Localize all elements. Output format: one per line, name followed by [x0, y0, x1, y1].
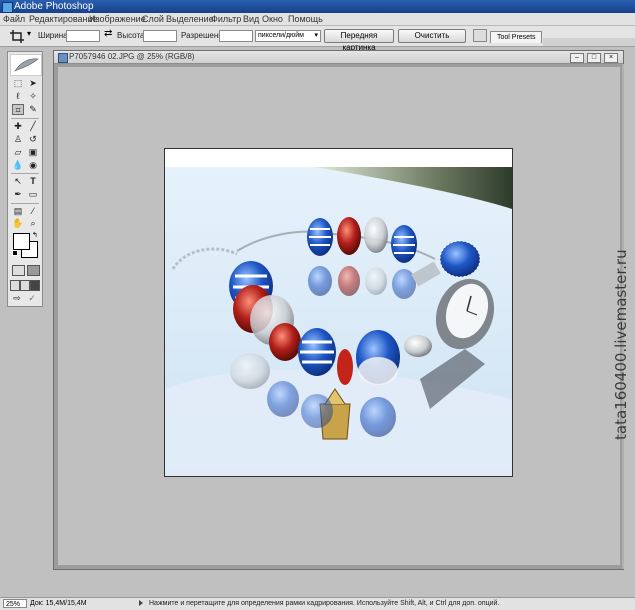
crop-tool-icon[interactable] [9, 29, 25, 43]
menu-layer[interactable]: Слой [142, 13, 164, 25]
toolbox: ⬚ ➤ ℓ ✧ ⌗ ✎ ✚ ╱ ♙ ↺ ▱ ▣ 💧 ◉ ↖ T ✒ ▭ ▤ ⁄ … [7, 51, 43, 307]
menu-window[interactable]: Окно [262, 13, 283, 25]
screen-mode-standard-icon[interactable] [10, 280, 20, 291]
menu-image[interactable]: Изображение [89, 13, 146, 25]
slice-icon[interactable]: ✎ [27, 104, 39, 115]
foreground-color-swatch[interactable] [13, 233, 30, 250]
palette-well-icon[interactable] [473, 29, 487, 42]
blur-icon[interactable]: 💧 [12, 160, 24, 171]
chevron-down-icon: ▾ [314, 32, 318, 39]
minimize-button[interactable]: – [570, 53, 584, 63]
status-hint: Нажмите и перетащите для определения рам… [149, 600, 500, 607]
hand-icon[interactable]: ✋ [12, 218, 24, 229]
clone-stamp-icon[interactable]: ♙ [12, 134, 24, 145]
quick-mask-icon[interactable] [27, 265, 40, 276]
clear-button[interactable]: Очистить [398, 29, 466, 43]
imageready-check-icon[interactable]: ✓ [26, 293, 38, 304]
front-image-button[interactable]: Передняя картинка [324, 29, 394, 52]
magic-wand-icon[interactable]: ✧ [27, 91, 39, 102]
toolbox-divider [11, 203, 39, 204]
close-button[interactable]: × [604, 53, 618, 63]
document-title: P7057946 02.JPG @ 25% (RGB/8) [69, 52, 195, 61]
dodge-icon[interactable]: ◉ [27, 160, 39, 171]
pen-icon[interactable]: ✒ [12, 189, 24, 200]
toolbox-divider [11, 118, 39, 119]
shape-icon[interactable]: ▭ [27, 189, 39, 200]
path-selection-icon[interactable]: ↖ [12, 176, 24, 187]
gradient-icon[interactable]: ▣ [27, 147, 39, 158]
screen-mode-full-icon[interactable] [30, 280, 40, 291]
resolution-field[interactable] [219, 30, 253, 42]
rectangular-marquee-icon[interactable]: ⬚ [12, 78, 24, 89]
brush-icon[interactable]: ╱ [27, 121, 39, 132]
status-bar: 25% Док: 15,4M/15,4M Нажмите и перетащит… [0, 597, 635, 610]
move-icon[interactable]: ➤ [27, 78, 39, 89]
standard-mode-icon[interactable] [12, 265, 25, 276]
swap-dimensions-icon[interactable]: ⇄ [104, 28, 112, 39]
maximize-button[interactable]: □ [587, 53, 601, 63]
jump-to-imageready-icon[interactable]: ⇨ [11, 293, 23, 304]
notes-icon[interactable]: ▤ [12, 206, 24, 217]
watermark-text: tata160400.livemaster.ru [612, 249, 630, 440]
zoom-icon[interactable]: ⌕ [27, 218, 39, 229]
status-menu-arrow-icon[interactable] [139, 600, 143, 606]
swap-colors-icon[interactable]: ↰ [32, 231, 38, 239]
menu-select[interactable]: Выделение [166, 13, 214, 25]
photoshop-logo-icon [2, 2, 13, 13]
app-titlebar: Adobe Photoshop [0, 0, 635, 13]
crop-icon[interactable]: ⌗ [12, 104, 24, 115]
menu-file[interactable]: Файл [3, 13, 25, 25]
tab-tool-presets[interactable]: Tool Presets [490, 31, 542, 43]
bracelet-photo [165, 149, 512, 476]
menu-bar: Файл Редактирование Изображение Слой Выд… [0, 13, 635, 26]
toolbox-divider [11, 173, 39, 174]
menu-filter[interactable]: Фильтр [211, 13, 241, 25]
adobe-feather-logo[interactable] [10, 54, 42, 76]
lasso-icon[interactable]: ℓ [12, 91, 24, 102]
document-image[interactable] [164, 148, 513, 477]
document-titlebar[interactable]: P7057946 02.JPG @ 25% (RGB/8) – □ × [54, 51, 623, 64]
height-field[interactable] [143, 30, 177, 42]
zoom-field[interactable]: 25% [3, 599, 27, 608]
screen-mode-menu-icon[interactable] [20, 280, 30, 291]
tool-preset-dropdown-icon[interactable]: ▾ [27, 29, 31, 38]
palette-dock [543, 38, 635, 46]
eraser-icon[interactable]: ▱ [12, 147, 24, 158]
menu-edit[interactable]: Редактирование [29, 13, 98, 25]
eyedropper-icon[interactable]: ⁄ [27, 206, 39, 217]
document-icon [58, 53, 68, 63]
app-title: Adobe Photoshop [14, 1, 94, 12]
type-icon[interactable]: T [27, 176, 39, 187]
document-size-info: Док: 15,4M/15,4M [30, 600, 87, 607]
menu-help[interactable]: Помощь [288, 13, 323, 25]
width-field[interactable] [66, 30, 100, 42]
default-colors-icon[interactable] [12, 250, 18, 256]
menu-view[interactable]: Вид [243, 13, 259, 25]
history-brush-icon[interactable]: ↺ [27, 134, 39, 145]
units-select[interactable]: пиксели/дюйм ▾ [255, 30, 321, 42]
healing-brush-icon[interactable]: ✚ [12, 121, 24, 132]
